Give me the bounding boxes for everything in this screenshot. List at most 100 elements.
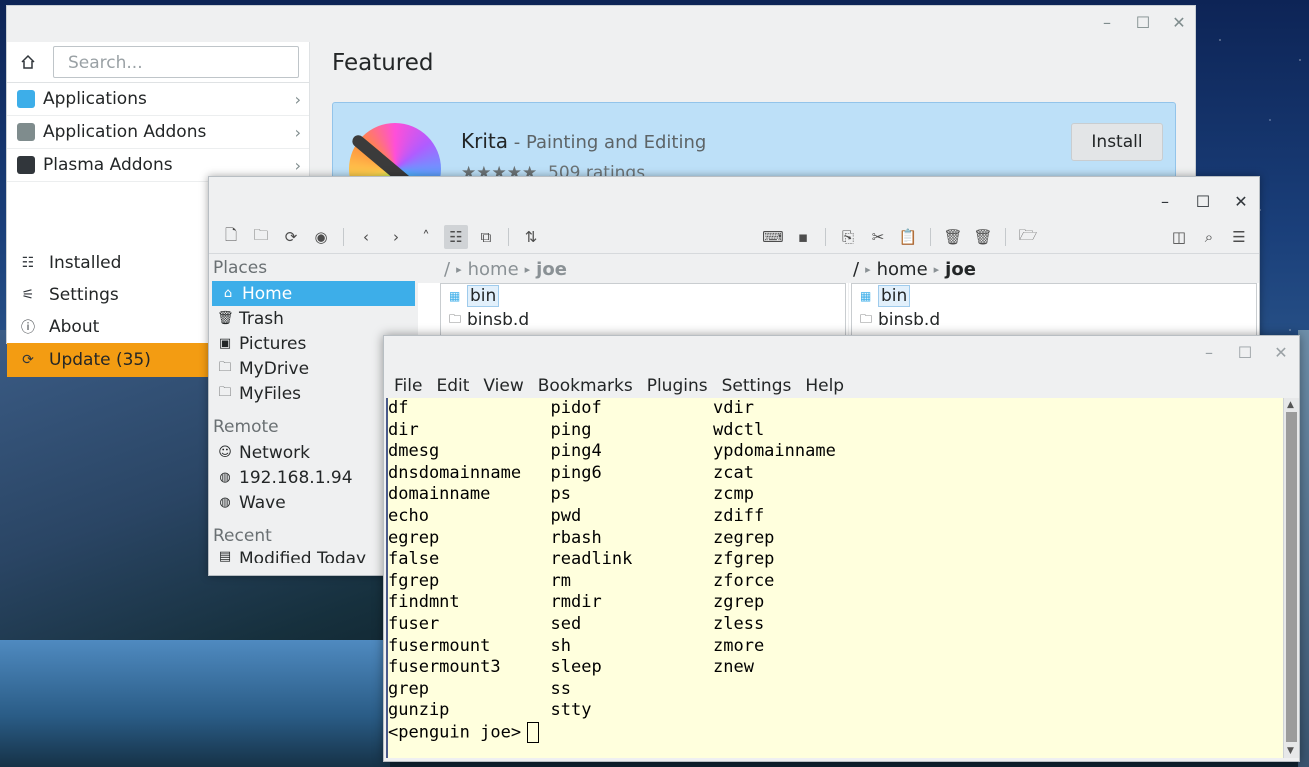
scroll-down-icon[interactable]: ▼ xyxy=(1287,746,1294,756)
home-button[interactable] xyxy=(7,42,49,82)
minimize-icon[interactable]: – xyxy=(1201,344,1217,362)
sort-icon[interactable]: ⇅ xyxy=(519,225,543,249)
place-label: Network xyxy=(239,442,310,463)
forward-icon[interactable]: › xyxy=(384,225,408,249)
close-icon[interactable]: ✕ xyxy=(1273,344,1289,362)
konsole-titlebar[interactable]: – ☐ ✕ xyxy=(384,336,1299,374)
dolphin-titlebar[interactable]: – ☐ ✕ xyxy=(209,177,1259,221)
close-icon[interactable]: ✕ xyxy=(1233,193,1249,211)
home-icon xyxy=(21,54,35,69)
addons-icon xyxy=(17,123,35,141)
wallpaper-lake xyxy=(0,640,390,767)
scroll-up-icon[interactable]: ▲ xyxy=(1287,400,1294,410)
menu-item[interactable]: Plugins xyxy=(647,376,708,396)
terminal-scrollbar[interactable]: ▲ ▼ xyxy=(1283,398,1299,758)
search-input[interactable]: Search... xyxy=(53,46,299,78)
breadcrumb-segment[interactable]: home xyxy=(468,259,519,280)
maximize-icon[interactable]: ☐ xyxy=(1135,14,1151,32)
nav-label: Settings xyxy=(49,285,119,305)
copy-icon[interactable]: ⎘ xyxy=(836,225,860,249)
featured-title: Featured xyxy=(332,50,434,76)
nav-label: Installed xyxy=(49,253,122,273)
terminal-entry: znew xyxy=(713,657,754,678)
category-label: Plasma Addons xyxy=(43,155,173,175)
file-item[interactable]: ▦ bin xyxy=(852,284,1256,308)
menu-item[interactable]: Settings xyxy=(722,376,792,396)
menu-item[interactable]: Bookmarks xyxy=(538,376,633,396)
paste-icon[interactable]: 📋 xyxy=(896,225,920,249)
file-item[interactable]: 🗀 binsb.d xyxy=(852,308,1256,332)
breadcrumb-segment[interactable]: joe xyxy=(536,259,567,280)
terminal-entry: zfgrep xyxy=(713,549,775,570)
terminal-entry: dir xyxy=(388,419,419,440)
breadcrumb-separator-icon: ▸ xyxy=(933,262,940,276)
cut-icon[interactable]: ✂ xyxy=(866,225,890,249)
file-name: bin xyxy=(878,285,911,307)
terminal-panel-icon[interactable]: ▪ xyxy=(791,225,815,249)
chevron-right-icon: › xyxy=(294,122,301,142)
terminal-entry: zforce xyxy=(713,570,775,591)
open-folder-icon[interactable]: 🗁 xyxy=(1016,225,1040,249)
terminal-entry: zcmp xyxy=(713,484,754,505)
terminal-entry: rbash xyxy=(550,527,602,548)
install-button[interactable]: Install xyxy=(1071,123,1163,161)
hamburger-menu-icon[interactable]: ☰ xyxy=(1227,225,1251,249)
new-folder-icon[interactable]: 🗀 xyxy=(249,225,273,249)
file-item[interactable]: ▦ bin xyxy=(441,284,845,308)
discover-titlebar[interactable]: – ☐ ✕ xyxy=(7,6,1195,42)
menu-item[interactable]: Help xyxy=(805,376,844,396)
breadcrumb-segment[interactable]: / xyxy=(853,259,859,280)
file-item[interactable]: 🗀 binsb.d xyxy=(441,308,845,332)
terminal-entry: false xyxy=(388,549,440,570)
menu-item[interactable]: File xyxy=(394,376,422,396)
terminal-entry xyxy=(713,700,876,722)
up-icon[interactable]: ˄ xyxy=(414,225,438,249)
details-view-icon[interactable]: ☷ xyxy=(444,225,468,249)
folder-icon: 🗀 xyxy=(218,359,232,375)
category-item[interactable]: Applications › xyxy=(7,83,309,116)
breadcrumb-segment[interactable]: joe xyxy=(945,259,976,280)
terminal-entry: dnsdomainname xyxy=(388,462,522,483)
place-label: 192.168.1.94 xyxy=(239,467,353,488)
category-item[interactable]: Application Addons › xyxy=(7,116,309,149)
terminal-line: dmesg ping4 ypdomainname xyxy=(388,441,1284,463)
minimize-icon[interactable]: – xyxy=(1099,14,1115,32)
breadcrumb-segment[interactable]: / xyxy=(444,259,450,280)
plasma-icon xyxy=(17,156,35,174)
maximize-icon[interactable]: ☐ xyxy=(1195,193,1211,211)
reload-icon[interactable]: ⟳ xyxy=(279,225,303,249)
terminal-line: findmnt rmdir zgrep xyxy=(388,592,1284,614)
breadcrumb-separator-icon: ▸ xyxy=(865,262,871,276)
search-icon[interactable]: ⌕ xyxy=(1197,225,1221,249)
terminal-entry: grep xyxy=(388,678,429,699)
terminal-line: false readlink zfgrep xyxy=(388,549,1284,571)
place-item[interactable]: 🗑 Trash xyxy=(209,306,417,331)
terminal-entry: sed xyxy=(550,613,582,634)
terminal-icon[interactable]: ⌨ xyxy=(761,225,785,249)
scrollbar-thumb[interactable] xyxy=(1286,412,1297,742)
menu-item[interactable]: View xyxy=(483,376,523,396)
place-item[interactable]: ⌂ Home xyxy=(212,281,415,306)
terminal-prompt[interactable]: <penguin joe> xyxy=(388,721,1284,744)
konsole-window: – ☐ ✕ File Edit View Bookmarks Plugins Settin… xyxy=(383,335,1300,762)
terminal-entry: zgrep xyxy=(713,592,765,613)
places-heading: Places xyxy=(213,258,268,278)
place-label: Home xyxy=(242,283,293,304)
preview-icon[interactable]: ◉ xyxy=(309,225,333,249)
breadcrumb[interactable]: / ▸ home ▸ joe xyxy=(418,255,848,283)
delete-icon[interactable]: 🗑 xyxy=(971,225,995,249)
breadcrumb-segment[interactable]: home xyxy=(877,259,928,280)
new-window-icon[interactable]: 🗋 xyxy=(219,225,243,249)
menu-item[interactable]: Edit xyxy=(436,376,469,396)
breadcrumb[interactable]: / ▸ home ▸ joe xyxy=(849,255,1259,283)
panel-icon[interactable]: ◫ xyxy=(1167,225,1191,249)
trash-icon[interactable]: 🗑 xyxy=(941,225,965,249)
close-icon[interactable]: ✕ xyxy=(1171,14,1187,32)
minimize-icon[interactable]: – xyxy=(1157,193,1173,211)
maximize-icon[interactable]: ☐ xyxy=(1237,344,1253,362)
split-view-icon[interactable]: ⧉ xyxy=(474,225,498,249)
terminal-output[interactable]: df pidof vdir dir ping wdctl dmesg ping4 ypdomai… xyxy=(386,398,1284,758)
terminal-entry: readlink xyxy=(550,549,633,570)
back-icon[interactable]: ‹ xyxy=(354,225,378,249)
terminal-entry: fgrep xyxy=(388,570,440,591)
